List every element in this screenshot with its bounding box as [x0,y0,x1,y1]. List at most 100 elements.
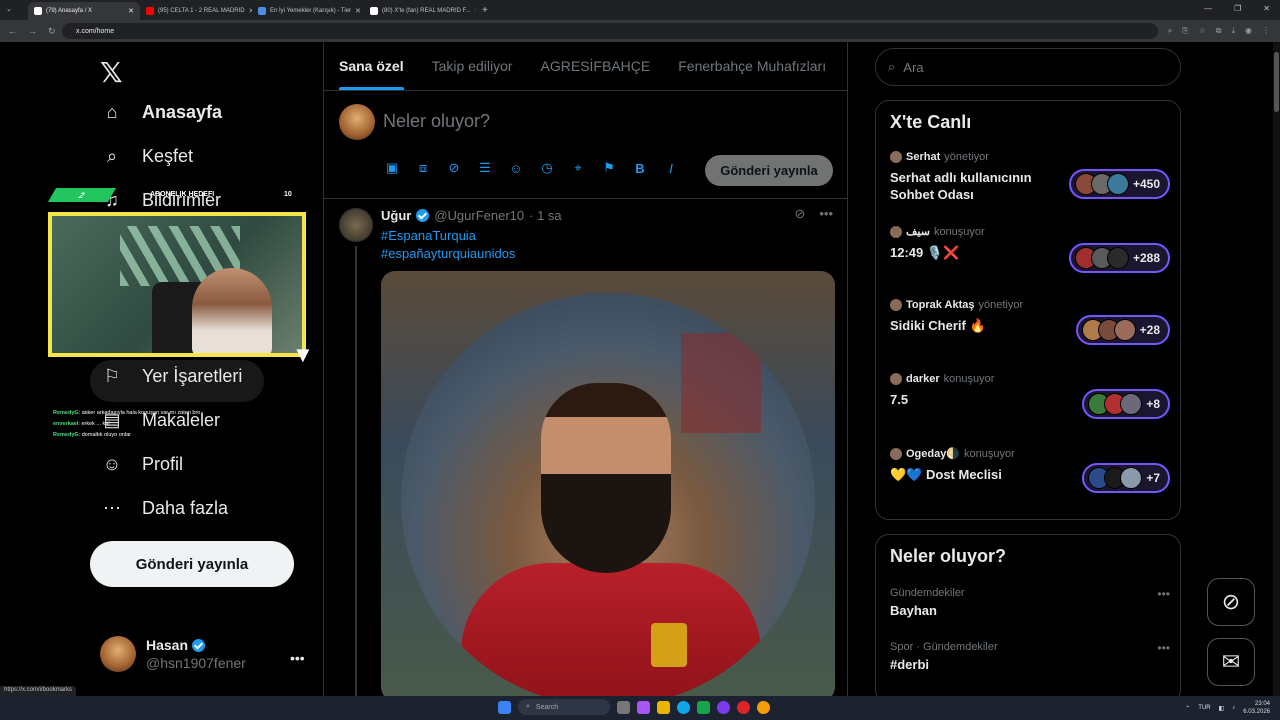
profile-icon[interactable]: ◉ [1245,26,1252,36]
trend-item[interactable]: Spor · Gündemdekiler #derbi ••• [890,641,1170,672]
space-host: Serhat [906,151,941,163]
listeners-pill[interactable]: +450 [1068,169,1170,199]
tweet-avatar[interactable] [339,208,373,242]
grok-icon[interactable]: ⊘ [794,206,805,222]
star-icon[interactable]: ☆ [1199,26,1206,36]
live-card-title: X'te Canlı [890,112,972,132]
wifi-icon[interactable]: ⌃ [1185,705,1190,712]
minimize-icon[interactable]: — [1204,4,1212,13]
new-tab-icon[interactable]: + [482,5,488,16]
tweet-time[interactable]: · 1 sa [529,208,562,223]
feed-tab[interactable]: Takip ediliyor [432,58,513,74]
extensions-icon[interactable]: ⧉ [1216,26,1222,36]
live-space[interactable]: darker konuşuyor 7.5 +8 [890,373,1170,419]
feed-tab[interactable]: Sana özel [339,58,404,90]
man-portrait [541,383,671,573]
file-explorer-icon[interactable] [657,700,670,714]
browser-tab[interactable]: En İyi Yemekler (Karışık) - Tier ✕ [252,2,364,20]
compose-input[interactable]: Neler oluyor? [383,111,490,132]
tweet-image[interactable] [381,271,835,701]
tab-close-icon[interactable]: ✕ [475,7,476,15]
taskbar-search[interactable]: ⌕ Search [518,699,610,715]
compose-post-button[interactable]: Gönderi yayınla [705,155,833,186]
back-icon[interactable]: ← [8,26,17,37]
location-icon[interactable]: ⌖ [569,159,587,177]
sidebar-item-bookmark[interactable]: ⚐ Yer İşaretleri [100,364,242,388]
browser-tab[interactable]: (80) X'te (fan) REAL MADRID F... ✕ [364,2,476,20]
poll-icon[interactable]: ☰ [476,159,494,177]
chrome-icon[interactable] [757,700,770,714]
search-icon: ⌕ [888,59,896,74]
trend-more-icon[interactable]: ••• [1157,587,1170,601]
live-space[interactable]: Serhat yönetiyor Serhat adlı kullanıcının … [890,151,1170,203]
tab-close-icon[interactable]: ✕ [128,7,134,15]
reload-icon[interactable]: ↻ [48,26,56,37]
hashtag-link[interactable]: #españayturquiaunidos [381,245,515,263]
live-space[interactable]: سيف konuşuyor 12:49 🎙️❌ +288 [890,225,1170,273]
scrollbar[interactable] [1273,42,1280,696]
app-icon[interactable] [737,700,750,714]
image-icon[interactable]: ▣ [383,159,401,177]
trend-item[interactable]: Gündemdekiler Bayhan ••• [890,587,1170,618]
maximize-icon[interactable]: ❐ [1234,4,1241,13]
tweet-more-icon[interactable]: ••• [819,206,833,222]
trends-card-title: Neler oluyor? [890,546,1007,566]
app-icon[interactable] [717,700,730,714]
task-view-icon[interactable] [617,700,630,714]
lang-indicator[interactable]: TUR [1198,705,1210,711]
gif-icon[interactable]: ⧈ [414,159,432,177]
sidebar-item-search[interactable]: ⌕ Keşfet [100,144,193,168]
trend-more-icon[interactable]: ••• [1157,641,1170,655]
bold-icon[interactable]: B [631,159,649,177]
schedule-icon[interactable]: ◷ [538,159,556,177]
sidebar-item-person[interactable]: ☺ Profil [100,452,183,476]
emoji-icon[interactable]: ☺ [507,159,525,177]
tweet-handle[interactable]: @UgurFener10 [434,208,524,223]
space-host-row: Serhat yönetiyor [890,151,1170,163]
messages-fab[interactable]: ✉ [1207,638,1255,686]
listeners-pill[interactable]: +28 [1075,315,1170,345]
url-input[interactable]: x.com/home [62,23,1158,39]
browser-tab[interactable]: (95) CELTA 1 - 2 REAL MADRID ✕ [140,2,252,20]
close-icon[interactable]: ✕ [1263,4,1270,13]
menu-icon[interactable]: ⋮ [1262,26,1270,36]
post-button[interactable]: Gönderi yayınla [90,541,294,587]
app-icon[interactable] [697,700,710,714]
grok-icon[interactable]: ⊘ [445,159,463,177]
live-space[interactable]: Toprak Aktaş yönetiyor Sidiki Cherif 🔥 +28 [890,299,1170,345]
feed-tab[interactable]: Fenerbahçe Muhafızları [678,58,826,74]
tweet-author[interactable]: Uğur [381,208,411,223]
sidebar-item-home[interactable]: ⌂ Anasayfa [100,100,222,124]
share-icon[interactable]: ⎘ [1182,26,1188,36]
edge-icon[interactable] [677,700,690,714]
flag-icon[interactable]: ⚑ [600,159,618,177]
zoom-icon[interactable]: ⌕ [1168,26,1172,36]
grok-fab[interactable]: ⊘ [1207,578,1255,626]
tab-close-icon[interactable]: ✕ [355,7,361,15]
network-icon[interactable]: ◧ [1219,705,1225,712]
listeners-pill[interactable]: +8 [1082,389,1170,419]
start-icon[interactable] [498,700,511,714]
account-more-icon[interactable]: ••• [290,650,305,666]
listeners-pill[interactable]: +7 [1082,463,1170,493]
search-input[interactable]: ⌕ Ara [875,48,1181,86]
browser-tab[interactable]: (79) Anasayfa / X ✕ [28,2,140,20]
hashtag-link[interactable]: #EspanaTurquia [381,227,515,245]
forward-icon[interactable]: → [28,26,37,37]
live-space[interactable]: Ogeday🌗 konuşuyor 💛💙 Dost Meclisi +7 [890,447,1170,493]
scrollbar-thumb[interactable] [1274,52,1279,112]
x-logo[interactable]: 𝕏 [100,56,123,89]
search-icon: ⌕ [526,703,530,710]
download-icon[interactable]: ⤓ [1231,26,1235,36]
sidebar-item-more-circle[interactable]: ⋯ Daha fazla [100,496,228,520]
listeners-pill[interactable]: +288 [1068,243,1170,273]
account-handle: @hsn1907fener [146,655,246,671]
feed-tab[interactable]: AGRESİFBAHÇE [541,58,651,74]
italic-icon[interactable]: I [662,159,680,177]
app-icon[interactable] [637,700,650,714]
browser-tools: ⌕ ⎘ ☆ ⧉ ⤓ ◉ ⋮ [1168,26,1280,36]
account-switcher[interactable]: Hasan @hsn1907fener [100,636,246,672]
clock[interactable]: 23:04 6.03.2026 [1243,700,1270,716]
composer-toolbar: ▣ ⧈ ⊘ ☰ ☺ ◷ ⌖ ⚑ B I [383,159,680,177]
volume-icon[interactable]: ♪ [1232,705,1235,711]
